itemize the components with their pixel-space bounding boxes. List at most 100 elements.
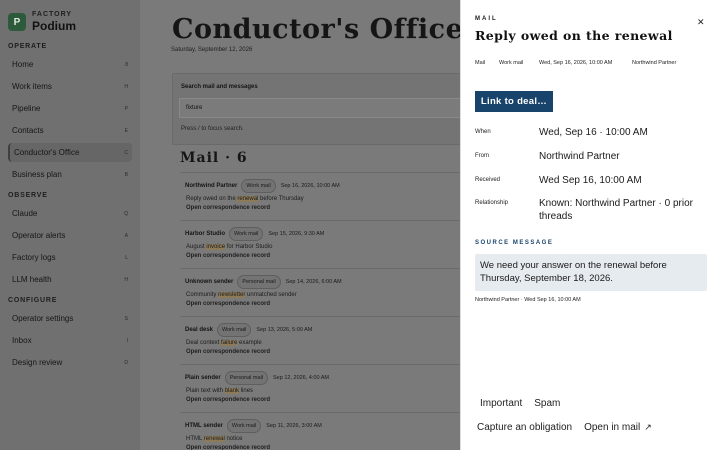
search-match-highlight: blank [224, 388, 240, 394]
mail-date: Sep 15, 2026, 9:30 AM [268, 231, 325, 237]
open-correspondence-link[interactable]: Open correspondence record [186, 397, 270, 403]
drawer-title: Reply owed on the renewal [475, 28, 673, 43]
mail-date: Sep 11, 2026, 3:00 AM [266, 423, 322, 429]
mail-list-item[interactable]: HTML sender Work mail Sep 11, 2026, 3:00… [180, 412, 460, 450]
mailbox-chip: Work mail [217, 323, 252, 337]
sidebar-item-factory-logs[interactable]: Factory logs L [8, 248, 132, 267]
drawer-kicker: MAIL [475, 16, 498, 22]
sidebar-item-business-plan[interactable]: Business plan B [8, 165, 132, 184]
open-in-mail-link[interactable]: Open in mail ↗ [584, 422, 652, 433]
brand-logo: P [8, 13, 26, 31]
mail-subject: Reply owed on the renewal before Thursda… [186, 196, 304, 202]
capture-obligation-button[interactable]: Capture an obligation [477, 422, 572, 433]
mail-subject-pre: Community [186, 292, 219, 298]
mail-sender: Northwind Partner [185, 183, 238, 189]
mail-subject-post: before Thursday [258, 196, 304, 202]
sidebar-item-label: Design review [12, 358, 63, 367]
open-correspondence-link[interactable]: Open correspondence record [186, 349, 270, 355]
mail-sender: Plain sender [185, 375, 221, 381]
mailbox-chip: Work mail [226, 419, 262, 433]
mail-detail-drawer: MAIL ✕ Reply owed on the renewal Mail Wo… [460, 0, 720, 450]
open-correspondence-link[interactable]: Open correspondence record [186, 445, 270, 450]
mail-subject-pre: August [186, 244, 207, 250]
brand[interactable]: P FACTORY Podium [0, 0, 140, 40]
open-correspondence-link[interactable]: Open correspondence record [186, 301, 270, 307]
sidebar-item-shortcut: B [124, 171, 128, 178]
sidebar-item-label: Business plan [12, 170, 62, 179]
mail-subject-post: for Harbor Studio [225, 244, 273, 250]
sidebar-item-contacts[interactable]: Contacts E [8, 121, 132, 140]
sidebar-item-label: Conductor's Office [14, 148, 80, 157]
tag-date: Wed, Sep 16, 2026, 10:00 AM [539, 60, 613, 66]
sidebar-section-label: OPERATE [8, 43, 47, 50]
sidebar-item-label: Home [12, 60, 34, 69]
drawer-actions-secondary: Capture an obligation Open in mail ↗ [477, 422, 652, 433]
sidebar-item-claude[interactable]: Claude Q [8, 204, 132, 223]
mail-subject-pre: Deal context [186, 340, 222, 346]
mail-sender: Unknown sender [185, 279, 234, 285]
sidebar-item-shortcut: 8 [125, 61, 128, 68]
mail-list: Northwind Partner Work mail Sep 16, 2026… [180, 172, 460, 450]
spam-button[interactable]: Spam [534, 398, 560, 409]
sidebar-item-work-items[interactable]: Work items H [8, 77, 132, 96]
sidebar-item-label: Operator alerts [12, 231, 66, 240]
field-relationship-value: Known: Northwind Partner · 0 prior threa… [539, 198, 693, 222]
mail-subject: Deal context failure example [186, 340, 262, 346]
sidebar-item-operator-alerts[interactable]: Operator alerts A [8, 226, 132, 245]
close-icon[interactable]: ✕ [697, 17, 705, 28]
open-correspondence-link[interactable]: Open correspondence record [186, 205, 270, 211]
mail-date: Sep 16, 2026, 10:00 AM [280, 183, 340, 189]
sidebar-item-llm-health[interactable]: LLM health H [8, 270, 132, 289]
mailbox-chip: Personal mail [224, 371, 269, 385]
sidebar-item-pipeline[interactable]: Pipeline P [8, 99, 132, 118]
sidebar-item-inbox[interactable]: Inbox I [8, 331, 132, 350]
mail-subject-post: example [237, 340, 262, 346]
mail-subject: HTML renewal notice [186, 436, 242, 442]
tag-kind: Mail [475, 60, 486, 66]
mailbox-chip: Work mail [241, 179, 276, 193]
main-content: Conductor's Office Saturday, September 1… [140, 0, 460, 450]
sidebar-item-design-review[interactable]: Design review D [8, 353, 132, 372]
sidebar-item-shortcut: Q [124, 210, 128, 217]
open-correspondence-link[interactable]: Open correspondence record [186, 253, 270, 259]
mail-date: Sep 12, 2026, 4:00 AM [273, 375, 329, 381]
mail-list-item[interactable]: Northwind Partner Work mail Sep 16, 2026… [180, 172, 460, 220]
link-to-deal-button[interactable]: Link to deal… [475, 91, 553, 112]
mail-subject-post: lines [239, 388, 254, 394]
brand-name: Podium [32, 19, 76, 33]
mail-list-item[interactable]: Plain sender Personal mail Sep 12, 2026,… [180, 364, 460, 412]
sidebar-item-shortcut: I [126, 337, 128, 344]
source-message-meta: Northwind Partner · Wed Sep 16, 10:00 AM [475, 297, 581, 303]
field-from-label: From [475, 153, 489, 159]
mailbox-chip: Personal mail [237, 275, 281, 289]
sidebar-section-label: CONFIGURE [8, 297, 58, 304]
sidebar-item-shortcut: S [124, 315, 128, 322]
mail-list-item[interactable]: Deal desk Work mail Sep 13, 2026, 5:00 A… [180, 316, 460, 364]
mail-subject-post: unmatched sender [245, 292, 297, 298]
mail-list-item[interactable]: Harbor Studio Work mail Sep 15, 2026, 9:… [180, 220, 460, 268]
mailbox-chip: Work mail [229, 227, 264, 241]
search-match-highlight: newsletter [218, 292, 246, 298]
sidebar-item-operator-settings[interactable]: Operator settings S [8, 309, 132, 328]
mail-date: Sep 14, 2026, 6:00 AM [285, 279, 342, 285]
field-relationship-label: Relationship [475, 200, 509, 206]
mail-list-item[interactable]: Unknown sender Personal mail Sep 14, 202… [180, 268, 460, 316]
sidebar-item-label: Pipeline [12, 104, 41, 113]
search-input[interactable]: fixture [179, 98, 460, 118]
page-date: Saturday, September 12, 2026 [171, 47, 253, 53]
sidebar-item-conductor-s-office[interactable]: Conductor's Office C [8, 143, 132, 162]
mail-subject: Plain text with blank lines [186, 388, 253, 394]
field-from-value: Northwind Partner [539, 151, 620, 162]
mail-sender: HTML sender [185, 423, 223, 429]
drawer-actions: Important Spam [475, 398, 560, 409]
source-message-label: SOURCE MESSAGE [475, 240, 554, 246]
page-title: Conductor's Office [172, 14, 460, 45]
sidebar-item-label: Claude [12, 209, 38, 218]
mail-subject: August invoice for Harbor Studio [186, 244, 272, 250]
brand-subtitle: FACTORY [32, 11, 73, 18]
sidebar-item-home[interactable]: Home 8 [8, 55, 132, 74]
search-hint: Press / to focus search. [181, 126, 244, 132]
sidebar-item-label: Factory logs [12, 253, 56, 262]
search-label: Search mail and messages [181, 84, 258, 90]
important-button[interactable]: Important [475, 398, 522, 409]
